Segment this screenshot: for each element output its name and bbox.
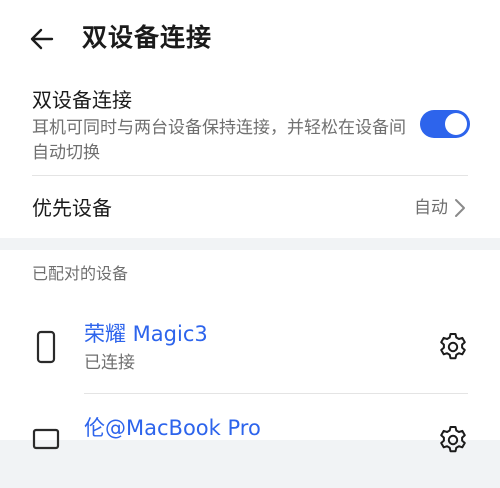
device-status: 已连接 — [84, 353, 135, 373]
device-name: 荣耀 Magic3 — [84, 322, 208, 346]
laptop-icon — [32, 428, 60, 450]
chevron-right-icon — [455, 199, 465, 217]
arrow-left-icon — [30, 28, 54, 50]
paired-devices-header: 已配对的设备 — [32, 264, 129, 283]
device-name: 伦@MacBook Pro — [84, 416, 261, 440]
divider — [84, 393, 468, 394]
toggle-knob — [445, 113, 467, 135]
dual-connection-title: 双设备连接 — [32, 88, 132, 112]
back-button[interactable] — [22, 19, 62, 59]
dual-connection-toggle[interactable] — [420, 110, 470, 138]
app-header: 双设备连接 — [0, 0, 500, 78]
device-row[interactable]: 荣耀 Magic3 已连接 — [0, 306, 500, 396]
dual-connection-description: 耳机可同时与两台设备保持连接，并轻松在设备间自动切换 — [32, 118, 406, 163]
gear-icon[interactable] — [437, 424, 469, 456]
phone-icon — [36, 330, 56, 364]
priority-device-label: 优先设备 — [32, 196, 112, 220]
priority-device-row[interactable]: 优先设备 自动 — [0, 176, 500, 238]
page-title: 双设备连接 — [82, 23, 213, 52]
device-row[interactable]: 伦@MacBook Pro — [0, 398, 500, 488]
gear-icon[interactable] — [437, 331, 469, 363]
priority-device-value: 自动 — [414, 198, 448, 218]
